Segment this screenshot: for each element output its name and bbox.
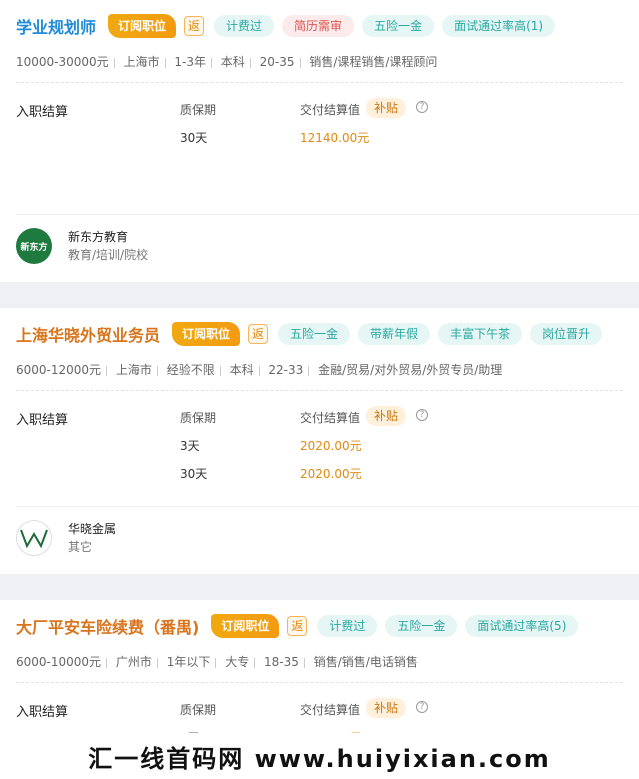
job-tag: 带薪年假 <box>358 323 431 345</box>
experience: 1年以下 <box>166 655 211 669</box>
bonus-tag: 补贴 <box>366 406 407 426</box>
settlement-label: 入职结算 <box>16 413 69 428</box>
job-tag: 丰富下午茶 <box>438 323 523 345</box>
education: 本科 <box>229 363 254 377</box>
value-header: 交付结算值 <box>300 411 361 425</box>
amount-value: 2020.00元 <box>300 467 362 481</box>
amount-value: 2020.00元 <box>300 439 362 453</box>
category: 销售/课程销售/课程顾问 <box>309 55 438 69</box>
help-icon[interactable]: ? <box>416 701 428 713</box>
age-range: 22-33 <box>268 363 304 377</box>
experience: 经验不限 <box>166 363 215 377</box>
company-industry: 其它 <box>68 540 93 554</box>
job-title[interactable]: 学业规划师 <box>16 14 96 38</box>
subscribe-button[interactable]: 订阅职位 <box>172 322 241 346</box>
value-header: 交付结算值 <box>300 103 361 117</box>
period-value: 3天 <box>180 439 200 453</box>
job-title[interactable]: 上海华晓外贸业务员 <box>16 322 160 346</box>
rebate-badge: 返 <box>184 16 205 36</box>
bonus-tag: 补贴 <box>366 98 407 118</box>
company-name[interactable]: 华晓金属 <box>68 520 116 538</box>
age-range: 18-35 <box>264 655 299 669</box>
job-tag: 计费过 <box>317 615 378 637</box>
subscribe-button[interactable]: 订阅职位 <box>211 614 280 638</box>
company-industry: 教育/培训/院校 <box>68 248 149 262</box>
company-row[interactable]: 华晓金属 其它 <box>16 520 116 556</box>
job-meta: 6000-12000元 上海市 经验不限 本科 22-33 金融/贸易/对外贸易… <box>16 360 623 380</box>
settlement-block: 入职结算 质保期 交付结算值 补贴 ? 3天 2020.00元 30天 2020… <box>16 406 623 499</box>
salary: 6000-12000元 <box>16 363 102 377</box>
category: 金融/贸易/对外贸易/外贸专员/助理 <box>318 363 503 377</box>
job-tag: 计费过 <box>214 15 275 37</box>
job-meta: 10000-30000元 上海市 1-3年 本科 20-35 销售/课程销售/课… <box>16 52 623 72</box>
settlement-label: 入职结算 <box>16 105 69 120</box>
job-meta: 6000-10000元 广州市 1年以下 大专 18-35 销售/销售/电话销售 <box>16 652 623 672</box>
help-icon[interactable]: ? <box>416 101 428 113</box>
help-icon[interactable]: ? <box>416 409 428 421</box>
city: 上海市 <box>123 55 160 69</box>
settlement-block: 入职结算 质保期 交付结算值 补贴 ? 30天 12140.00元 <box>16 98 623 191</box>
salary: 10000-30000元 <box>16 55 109 69</box>
company-logo <box>16 520 52 556</box>
job-title[interactable]: 大厂平安车险续费（番禺) <box>16 614 199 638</box>
period-header: 质保期 <box>180 411 217 425</box>
job-tag: 面试通过率高(5) <box>465 615 579 637</box>
value-header: 交付结算值 <box>300 703 361 717</box>
period-header: 质保期 <box>180 703 217 717</box>
education: 大专 <box>225 655 250 669</box>
job-tag: 面试通过率高(1) <box>442 15 556 37</box>
city: 广州市 <box>115 655 152 669</box>
site-watermark: 汇一线首码网 www.huiyixian.com <box>0 733 639 779</box>
education: 本科 <box>220 55 245 69</box>
period-header: 质保期 <box>180 103 217 117</box>
job-tag: 岗位晋升 <box>530 323 603 345</box>
job-tag: 五险一金 <box>385 615 458 637</box>
amount-value: 12140.00元 <box>300 131 370 145</box>
city: 上海市 <box>115 363 152 377</box>
job-tag: 五险一金 <box>278 323 351 345</box>
company-name[interactable]: 新东方教育 <box>68 228 148 246</box>
company-row[interactable]: 新东方 新东方教育 教育/培训/院校 <box>16 228 148 264</box>
period-value: 30天 <box>180 467 208 481</box>
job-tag: 五险一金 <box>362 15 435 37</box>
subscribe-button[interactable]: 订阅职位 <box>108 14 177 38</box>
rebate-badge: 返 <box>287 616 308 636</box>
age-range: 20-35 <box>259 55 295 69</box>
job-card[interactable]: 学业规划师 订阅职位 返 计费过 简历需审 五险一金 面试通过率高(1) 100… <box>0 0 639 282</box>
category: 销售/销售/电话销售 <box>313 655 418 669</box>
salary: 6000-10000元 <box>16 655 102 669</box>
company-logo: 新东方 <box>16 228 52 264</box>
experience: 1-3年 <box>174 55 206 69</box>
job-tag: 简历需审 <box>282 15 355 37</box>
job-card[interactable]: 上海华晓外贸业务员 订阅职位 返 五险一金 带薪年假 丰富下午茶 岗位晋升 60… <box>0 308 639 574</box>
rebate-badge: 返 <box>248 324 269 344</box>
settlement-label: 入职结算 <box>16 705 69 720</box>
period-value: 30天 <box>180 131 208 145</box>
bonus-tag: 补贴 <box>366 698 407 718</box>
